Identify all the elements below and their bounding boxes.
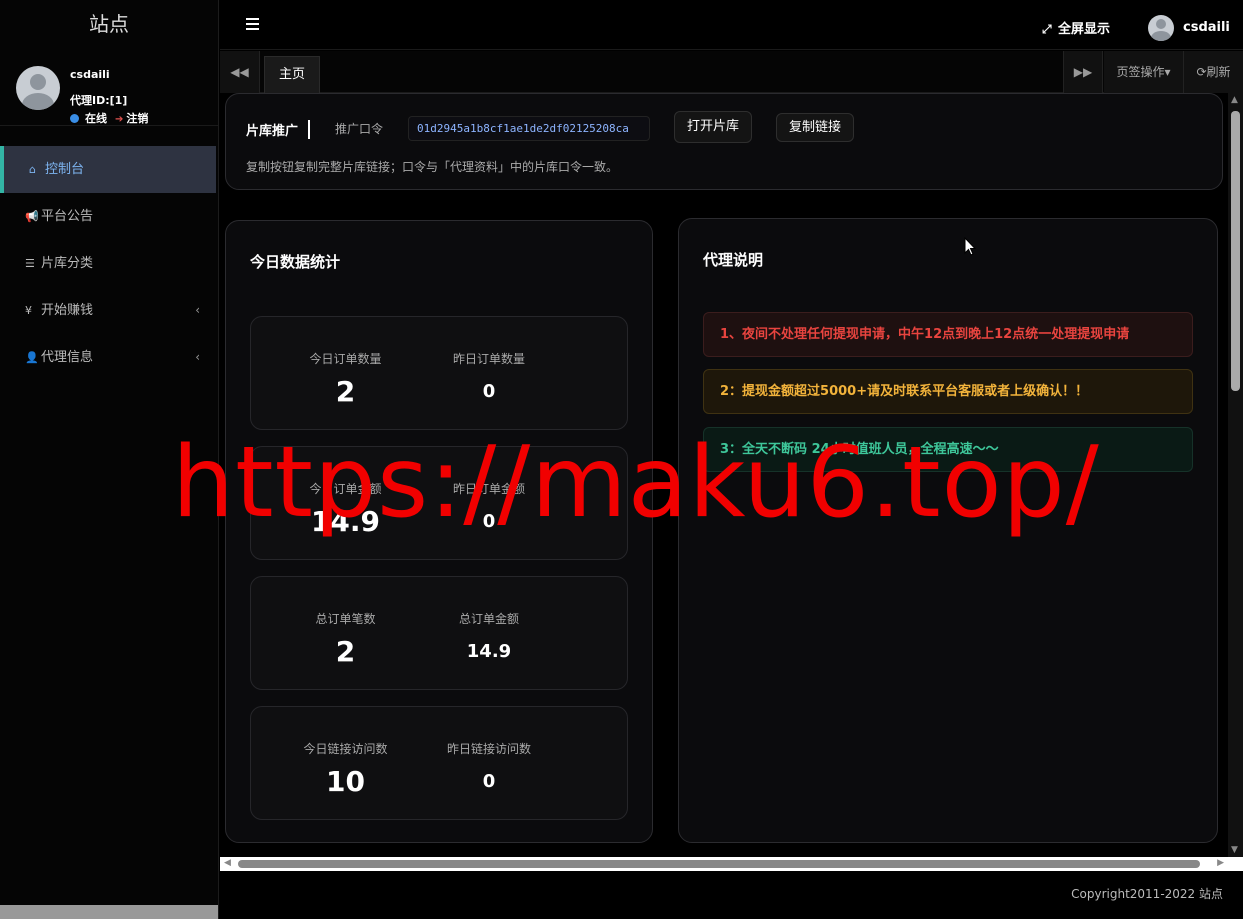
scroll-up-icon[interactable]: ▲ [1231, 95, 1238, 105]
sidebar-username: csdaili [70, 68, 110, 81]
user-status: 在线 ➔ 注销 [70, 110, 148, 126]
sidebar-scrollbar[interactable] [0, 905, 218, 919]
sidebar-menu: ⌂ 控制台 📢 平台公告 ☰ 片库分类 ¥ 开始赚钱 ‹ 👤 代理信息 ‹ [0, 146, 218, 381]
promo-tip: 复制按钮复制完整片库链接；口令与「代理资料」中的片库口令一致。 [246, 160, 619, 174]
bullhorn-icon: 📢 [25, 210, 39, 223]
copy-link-button[interactable]: 复制链接 [776, 113, 854, 142]
header-avatar[interactable] [1148, 15, 1174, 41]
footer: Copyright2011-2022 站点 [220, 871, 1243, 919]
avatar [16, 66, 60, 110]
tab-bar: ◀◀ 主页 ▶▶ 页签操作▾ ⟳刷新 [220, 51, 1243, 93]
stat-label: 昨日链接访问数 [446, 742, 531, 756]
scroll-down-icon[interactable]: ▼ [1231, 845, 1238, 855]
stat-value: 0 [482, 381, 496, 402]
tab-scroll-left-button[interactable]: ◀◀ [220, 51, 260, 93]
sidebar-item-dashboard[interactable]: ⌂ 控制台 [0, 146, 216, 193]
online-dot-icon [70, 114, 79, 123]
double-left-icon: ◀◀ [230, 65, 249, 79]
promo-title: 片库推广 [246, 120, 311, 139]
agent-notes-title: 代理说明 [703, 251, 764, 269]
logout-icon: ➔ [115, 114, 124, 125]
top-header: ⤢ 全屏显示 csdaili [220, 0, 1243, 50]
header-username[interactable]: csdaili [1183, 20, 1230, 35]
promo-code-field[interactable]: 01d2945a1b8cf1ae1de2df02125208ca [408, 116, 650, 141]
sidebar-item-label: 开始赚钱 [41, 303, 94, 318]
site-title: 站点 [89, 12, 129, 36]
stat-label: 昨日订单数量 [452, 352, 525, 366]
yen-icon: ¥ [25, 304, 32, 317]
scroll-right-icon[interactable]: ▶ [1217, 858, 1224, 868]
sidebar-item-label: 代理信息 [41, 350, 94, 365]
tab-home[interactable]: 主页 [264, 56, 320, 93]
fullscreen-button[interactable]: ⤢ 全屏显示 [1042, 18, 1110, 37]
horizontal-scroll-thumb[interactable] [238, 860, 1200, 868]
vertical-scroll-thumb[interactable] [1231, 111, 1240, 391]
caret-down-icon: ▾ [1164, 65, 1171, 79]
sidebar-item-earn[interactable]: ¥ 开始赚钱 ‹ [0, 287, 218, 334]
sidebar-item-label: 片库分类 [41, 256, 94, 271]
list-icon: ☰ [25, 257, 35, 270]
vertical-scrollbar[interactable]: ▲ ▼ [1228, 93, 1243, 857]
copyright-text: Copyright2011-2022 站点 [1071, 887, 1223, 901]
menu-toggle-icon[interactable] [246, 18, 259, 30]
promo-code-label: 推广口令 [335, 122, 384, 136]
stat-value: 0 [482, 771, 496, 792]
online-status: 在线 [70, 110, 107, 126]
sidebar-item-label: 控制台 [45, 162, 85, 177]
expand-icon: ⤢ [1042, 22, 1052, 36]
promo-card: 片库推广 推广口令 01d2945a1b8cf1ae1de2df02125208… [225, 93, 1223, 190]
user-panel: csdaili 代理ID:[1] 在线 ➔ 注销 [0, 50, 218, 126]
refresh-icon: ⟳ [1196, 65, 1207, 79]
user-icon: 👤 [25, 351, 39, 364]
stat-box: 总订单笔数 2 总订单金额 14.9 [250, 576, 628, 690]
open-library-button[interactable]: 打开片库 [674, 111, 752, 143]
agent-id: 代理ID:[1] [70, 94, 128, 107]
sidebar-item-categories[interactable]: ☰ 片库分类 [0, 240, 218, 287]
stat-label: 总订单金额 [458, 612, 519, 626]
stat-box: 今日订单数量 2 昨日订单数量 0 [250, 316, 628, 430]
double-right-icon: ▶▶ [1073, 65, 1093, 79]
watermark-url: https://maku6.top/ [172, 426, 1100, 540]
tab-scroll-right-button[interactable]: ▶▶ [1063, 51, 1103, 93]
sidebar-item-label: 平台公告 [41, 209, 94, 224]
app-root: 站点 csdaili 代理ID:[1] 在线 ➔ 注销 ⌂ 控制台 📢 平台公告 ☰ 片… [0, 0, 1243, 919]
stats-title: 今日数据统计 [250, 253, 341, 271]
logout-link[interactable]: ➔ 注销 [115, 110, 148, 126]
chevron-left-icon: ‹ [195, 350, 200, 364]
notice-item: 1、夜间不处理任何提现申请，中午12点到晚上12点统一处理提现申请 [703, 312, 1193, 357]
notice-item: 2：提现金额超过5000+请及时联系平台客服或者上级确认！！ [703, 369, 1193, 414]
stat-value: 14.9 [466, 641, 512, 662]
home-icon: ⌂ [29, 163, 36, 176]
sidebar-item-announcements[interactable]: 📢 平台公告 [0, 193, 218, 240]
stat-box: 今日链接访问数 10 昨日链接访问数 0 [250, 706, 628, 820]
sidebar-item-agent-info[interactable]: 👤 代理信息 ‹ [0, 334, 218, 381]
refresh-button[interactable]: ⟳刷新 [1184, 51, 1243, 93]
scroll-left-icon[interactable]: ◀ [224, 858, 231, 868]
scrollbar-corner [1228, 857, 1243, 871]
horizontal-scrollbar[interactable]: ◀ ▶ [220, 857, 1228, 871]
chevron-left-icon: ‹ [195, 303, 200, 317]
tab-operations-dropdown[interactable]: 页签操作▾ [1104, 51, 1184, 93]
